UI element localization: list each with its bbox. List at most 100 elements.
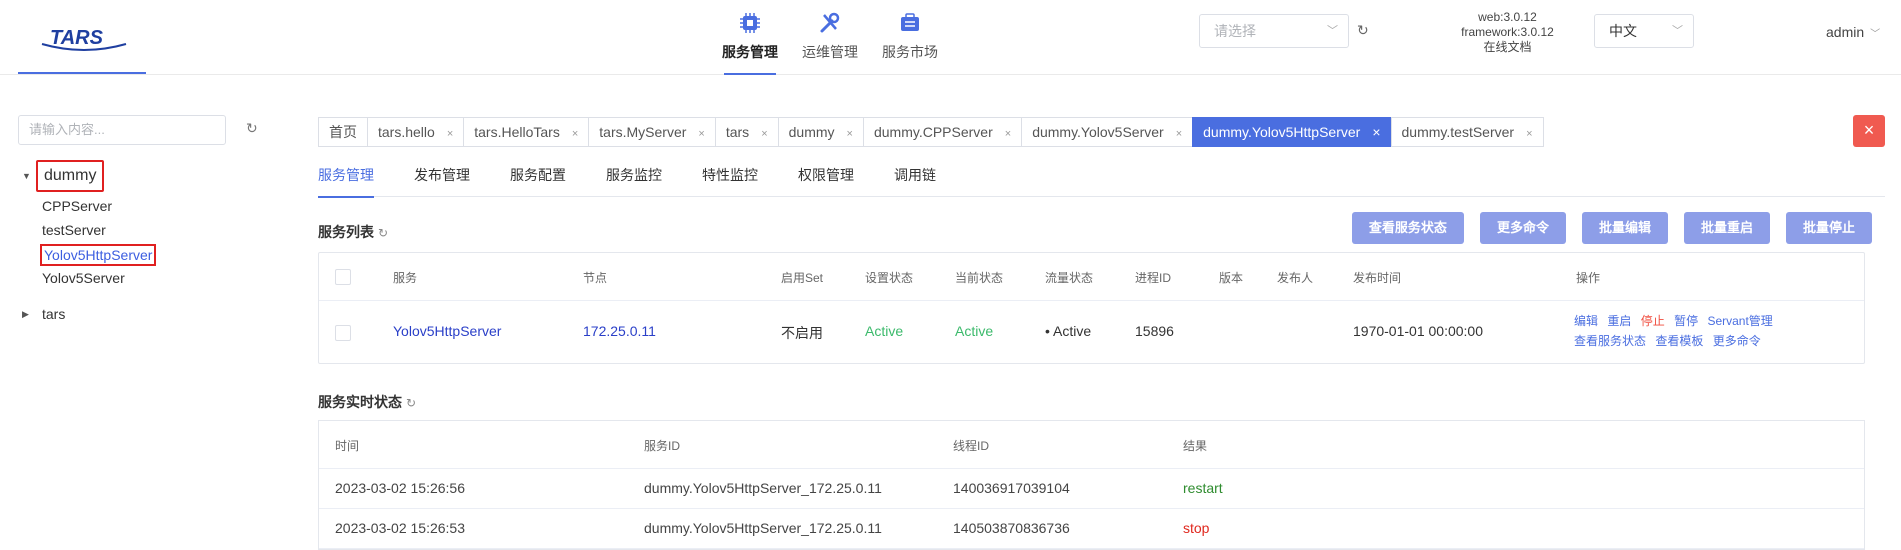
tree-search-input[interactable]: 请输入内容... <box>18 115 226 145</box>
chevron-down-icon: ﹀ <box>1870 29 1881 40</box>
market-icon <box>897 10 923 36</box>
tab-label: tars.HelloTars <box>474 124 560 140</box>
op-more-commands-link[interactable]: 更多命令 <box>1713 334 1761 348</box>
tab-label: dummy.CPPServer <box>873 124 993 140</box>
batch-stop-button[interactable]: 批量停止 <box>1785 212 1872 244</box>
table-header: 服务 节点 启用Set 设置状态 当前状态 流量状态 进程ID 版本 发布人 发… <box>319 253 1864 301</box>
subtab-service-management[interactable]: 服务管理 <box>318 165 374 198</box>
tab-dummy[interactable]: dummy × <box>777 117 863 147</box>
tree-node-label[interactable]: tars <box>42 302 65 326</box>
col-service: 服务 <box>393 271 418 285</box>
subtab-service-config[interactable]: 服务配置 <box>510 165 566 197</box>
col-time: 时间 <box>335 439 360 453</box>
col-publish-time: 发布时间 <box>1353 271 1402 285</box>
publish-time-value: 1970-01-01 00:00:00 <box>1353 323 1483 339</box>
subtab-service-monitor[interactable]: 服务监控 <box>606 165 662 197</box>
tree-item-cppserver[interactable]: CPPServer <box>42 196 112 216</box>
tree-node-tars[interactable]: ▶ tars <box>22 302 82 326</box>
close-icon[interactable]: × <box>1526 128 1532 140</box>
subtab-feature-monitor[interactable]: 特性监控 <box>702 165 758 197</box>
tab-label: dummy.Yolov5Server <box>1032 124 1164 140</box>
tab-tars-myserver[interactable]: tars.MyServer × <box>588 117 715 147</box>
op-servant-manage-link[interactable]: Servant管理 <box>1707 314 1772 328</box>
close-icon[interactable]: × <box>761 128 767 140</box>
refresh-icon[interactable]: ↻ <box>1357 22 1369 39</box>
username: admin <box>1826 24 1865 40</box>
tab-dummy-testserver[interactable]: dummy.testServer × <box>1390 117 1544 147</box>
section-title-text: 服务列表 <box>318 224 374 240</box>
close-icon[interactable]: × <box>1005 128 1011 140</box>
op-pause-link[interactable]: 暂停 <box>1674 314 1698 328</box>
subtab-permission-management[interactable]: 权限管理 <box>798 165 854 197</box>
tars-logo[interactable]: TARS <box>18 0 146 74</box>
caret-down-icon[interactable]: ▼ <box>22 164 31 188</box>
op-view-status-link[interactable]: 查看服务状态 <box>1574 334 1646 348</box>
nav-ops-management[interactable]: 运维管理 <box>790 8 870 74</box>
language-select[interactable]: 中文 ﹀ <box>1594 14 1694 48</box>
view-service-status-button[interactable]: 查看服务状态 <box>1351 212 1464 244</box>
top-header: TARS 服务管理 运维管理 服务市场 请选择 ﹀ ↻ web:3.0.12 f… <box>0 0 1901 75</box>
tab-home[interactable]: 首页 <box>318 117 367 147</box>
tab-label: tars.hello <box>378 124 435 140</box>
op-edit-link[interactable]: 编辑 <box>1574 314 1598 328</box>
select-all-checkbox[interactable] <box>335 269 351 285</box>
close-icon[interactable]: × <box>1372 124 1380 140</box>
tab-dummy-cppserver[interactable]: dummy.CPPServer × <box>862 117 1022 147</box>
realtime-table: 时间 服务ID 线程ID 结果 2023-03-02 15:26:56 dumm… <box>318 420 1865 550</box>
nav-service-market[interactable]: 服务市场 <box>870 8 950 74</box>
close-icon[interactable]: × <box>698 128 704 140</box>
tree-refresh-icon[interactable]: ↻ <box>246 120 258 137</box>
tab-label: dummy.testServer <box>1401 124 1515 140</box>
chevron-down-icon: ﹀ <box>1672 25 1683 37</box>
close-icon[interactable]: × <box>447 128 453 140</box>
set-value: 不启用 <box>781 325 823 341</box>
chip-icon <box>737 10 763 36</box>
tab-dummy-yolov5server[interactable]: dummy.Yolov5Server × <box>1021 117 1193 147</box>
nav-service-management[interactable]: 服务管理 <box>710 8 790 75</box>
tree-item-testserver[interactable]: testServer <box>42 220 106 240</box>
user-menu[interactable]: admin ﹀ <box>1826 24 1880 40</box>
service-subtabs: 服务管理 发布管理 服务配置 服务监控 特性监控 权限管理 调用链 <box>318 165 1885 198</box>
caret-right-icon[interactable]: ▶ <box>22 302 29 326</box>
result-value: restart <box>1183 480 1223 496</box>
batch-edit-button[interactable]: 批量编辑 <box>1581 212 1668 244</box>
refresh-icon[interactable]: ↻ <box>378 226 388 240</box>
more-commands-button[interactable]: 更多命令 <box>1479 212 1566 244</box>
app-select[interactable]: 请选择 ﹀ <box>1199 14 1349 48</box>
col-result: 结果 <box>1183 439 1208 453</box>
close-icon[interactable]: × <box>1176 128 1182 140</box>
col-setting-status: 设置状态 <box>865 271 914 285</box>
col-publisher: 发布人 <box>1277 271 1314 285</box>
tree-node-label[interactable]: dummy <box>36 160 105 192</box>
tars-logo-mark: TARS <box>41 27 127 51</box>
tree-item-yolov5server[interactable]: Yolov5Server <box>42 268 125 288</box>
op-view-template-link[interactable]: 查看模板 <box>1655 334 1703 348</box>
time-value: 2023-03-02 15:26:56 <box>335 480 465 496</box>
node-link[interactable]: 172.25.0.11 <box>583 323 656 339</box>
col-operations: 操作 <box>1576 271 1601 285</box>
table-row: Yolov5HttpServer 172.25.0.11 不启用 Active … <box>319 301 1864 363</box>
col-pid: 进程ID <box>1135 271 1172 285</box>
refresh-icon[interactable]: ↻ <box>406 396 416 410</box>
docs-link[interactable]: 在线文档 <box>1450 40 1565 55</box>
tab-dummy-yolov5httpserver[interactable]: dummy.Yolov5HttpServer × <box>1192 117 1391 147</box>
subtab-call-chain[interactable]: 调用链 <box>894 165 936 197</box>
close-icon[interactable]: × <box>847 128 853 140</box>
subtab-publish-management[interactable]: 发布管理 <box>414 165 470 197</box>
chevron-down-icon: ﹀ <box>1327 25 1338 37</box>
row-checkbox[interactable] <box>335 325 351 341</box>
tab-tars-hellotars[interactable]: tars.HelloTars × <box>463 117 589 147</box>
tree-item-yolov5httpserver[interactable]: Yolov5HttpServer <box>40 244 157 266</box>
close-all-tabs-button[interactable]: × <box>1853 115 1885 147</box>
app-select-placeholder: 请选择 <box>1214 23 1256 39</box>
op-restart-link[interactable]: 重启 <box>1607 314 1631 328</box>
service-name-link[interactable]: Yolov5HttpServer <box>393 323 501 339</box>
batch-restart-button[interactable]: 批量重启 <box>1683 212 1770 244</box>
col-flow-status: 流量状态 <box>1045 271 1094 285</box>
op-stop-link[interactable]: 停止 <box>1641 314 1665 328</box>
nav-label: 服务管理 <box>722 44 778 60</box>
col-version: 版本 <box>1219 271 1244 285</box>
tab-tars[interactable]: tars × <box>714 117 778 147</box>
close-icon[interactable]: × <box>572 128 578 140</box>
tab-tars-hello[interactable]: tars.hello × <box>367 117 464 147</box>
